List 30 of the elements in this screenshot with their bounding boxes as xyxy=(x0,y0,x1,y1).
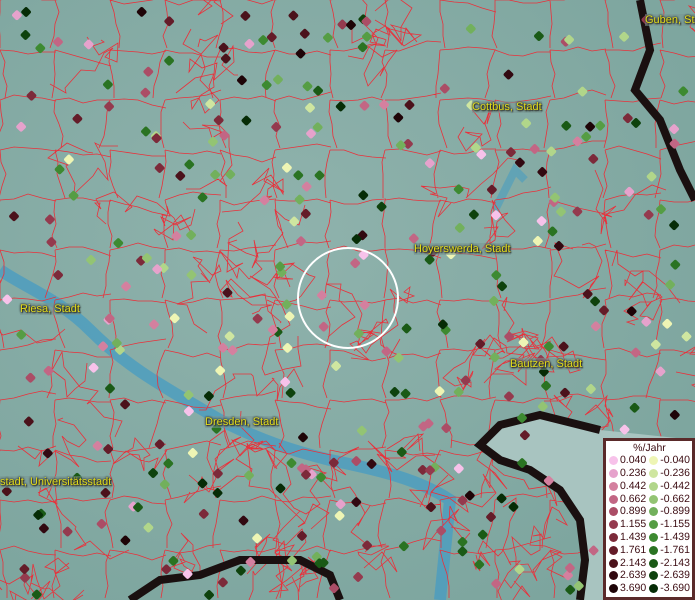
legend-value: 0.662 xyxy=(620,492,646,506)
legend-value: -0.040 xyxy=(660,454,690,468)
legend-title: %/Jahr xyxy=(632,442,667,454)
legend-value: 2.639 xyxy=(620,569,646,582)
legend-value: 0.040 xyxy=(620,454,646,468)
legend-value: 1.439 xyxy=(620,531,646,544)
place-label: stadt, Universitätsstadt xyxy=(0,476,112,488)
legend-value: -2.143 xyxy=(660,556,690,570)
legend-value: -3.690 xyxy=(660,582,690,595)
place-label: Riesa, Stadt xyxy=(20,303,80,315)
legend-value: 0.899 xyxy=(620,505,646,518)
legend-value: -0.442 xyxy=(660,480,690,493)
legend-value: -2.639 xyxy=(660,569,690,582)
legend-value: 1.155 xyxy=(620,518,646,532)
legend-value: -0.236 xyxy=(660,467,690,480)
place-label: Cottbus, Stadt xyxy=(472,101,542,113)
legend-value: 0.236 xyxy=(620,467,646,480)
place-label: Bautzen, Stadt xyxy=(510,358,582,370)
legend-value: 2.143 xyxy=(620,556,646,570)
legend-value: -1.439 xyxy=(660,531,690,544)
legend-value: -1.761 xyxy=(660,544,690,557)
place-label: Hoyerswerda, Stadt xyxy=(414,243,511,255)
legend-value: 1.761 xyxy=(620,544,646,557)
legend-value: -0.662 xyxy=(660,492,690,506)
legend-value: 0.442 xyxy=(620,480,646,493)
legend-value: -0.899 xyxy=(660,505,690,518)
legend-value: -1.155 xyxy=(660,518,690,532)
place-label: Guben, St xyxy=(645,14,695,26)
legend-value: 3.690 xyxy=(620,582,646,595)
place-label: Dresden, Stadt xyxy=(205,416,278,428)
